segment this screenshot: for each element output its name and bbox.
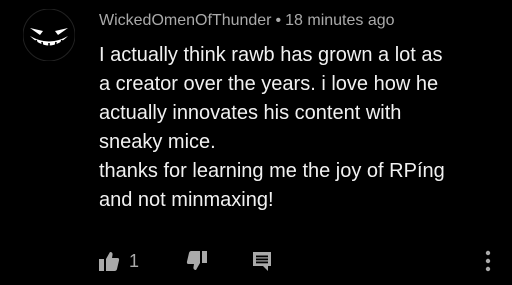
thumbs-down-icon <box>186 251 207 270</box>
like-count: 1 <box>129 251 140 271</box>
comment-paragraph: I actually think rawb has grown a lot as… <box>99 44 443 153</box>
avatar[interactable] <box>23 9 75 61</box>
reply-comment-icon <box>253 252 271 271</box>
timestamp[interactable]: 18 minutes ago <box>285 12 394 29</box>
comment-paragraph: thanks for learning me the joy of RPíng … <box>99 160 445 211</box>
like-button[interactable] <box>98 250 120 272</box>
comment-actions: 1 <box>98 247 502 275</box>
separator-dot: • <box>275 12 282 29</box>
comment-body: I actually think rawb has grown a lot as… <box>99 41 499 215</box>
more-options-button[interactable] <box>483 249 493 273</box>
dislike-button[interactable] <box>186 250 208 272</box>
more-vertical-icon <box>485 250 491 272</box>
reply-button[interactable] <box>251 250 273 272</box>
comment-header: WickedOmenOfThunder • 18 minutes ago <box>99 11 502 31</box>
thumbs-up-icon <box>99 252 120 271</box>
author-name[interactable]: WickedOmenOfThunder <box>99 12 272 29</box>
